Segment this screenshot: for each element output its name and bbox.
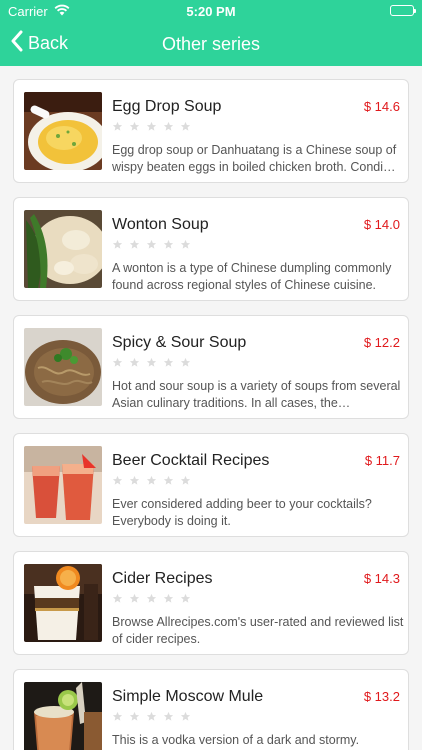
item-description: Hot and sour soup is a variety of soups … bbox=[112, 379, 401, 410]
star-icon bbox=[112, 711, 123, 722]
star-icon bbox=[180, 711, 191, 722]
star-icon bbox=[180, 593, 191, 604]
page-title: Other series bbox=[161, 34, 261, 54]
star-icon bbox=[129, 475, 140, 486]
star-icon bbox=[129, 711, 140, 722]
dish-image bbox=[24, 92, 102, 170]
star-icon bbox=[180, 121, 191, 132]
item-name: Egg Drop Soup bbox=[112, 98, 222, 115]
rating-stars[interactable] bbox=[112, 593, 191, 604]
item-name: Spicy & Sour Soup bbox=[112, 334, 247, 351]
item-price: $ 14.0 bbox=[363, 217, 400, 232]
list-item[interactable]: Cider Recipes $ 14.3 Browse Allrecipes.c… bbox=[13, 551, 409, 655]
star-icon bbox=[163, 357, 174, 368]
star-icon bbox=[146, 239, 157, 250]
star-icon bbox=[146, 593, 157, 604]
star-icon bbox=[112, 357, 123, 368]
series-list[interactable]: Egg Drop Soup $ 14.6 Egg drop soup or Da… bbox=[0, 66, 422, 750]
star-icon bbox=[146, 475, 157, 486]
item-price: $ 14.3 bbox=[363, 571, 400, 586]
star-icon bbox=[146, 357, 157, 368]
list-item[interactable]: Wonton Soup $ 14.0 A wonton is a type of… bbox=[13, 197, 409, 301]
rating-stars[interactable] bbox=[112, 711, 191, 722]
star-icon bbox=[163, 711, 174, 722]
star-icon bbox=[163, 239, 174, 250]
item-name: Simple Moscow Mule bbox=[112, 688, 264, 705]
dish-image bbox=[24, 210, 102, 288]
item-description: Browse Allrecipes.com's user-rated and r… bbox=[112, 615, 404, 646]
dish-image bbox=[24, 328, 102, 406]
item-price: $ 12.2 bbox=[363, 335, 400, 350]
item-description: This is a vodka version of a dark and st… bbox=[112, 733, 360, 747]
star-icon bbox=[163, 475, 174, 486]
list-item[interactable]: Spicy & Sour Soup $ 12.2 Hot and sour so… bbox=[13, 315, 409, 419]
item-name: Wonton Soup bbox=[112, 216, 209, 233]
star-icon bbox=[180, 357, 191, 368]
list-item[interactable]: Beer Cocktail Recipes $ 11.7 Ever consid… bbox=[13, 433, 409, 537]
battery-icon bbox=[390, 5, 416, 16]
star-icon bbox=[129, 357, 140, 368]
status-time: 5:20 PM bbox=[186, 4, 236, 19]
item-price: $ 13.2 bbox=[363, 689, 400, 704]
dish-image bbox=[24, 682, 102, 750]
star-icon bbox=[112, 239, 123, 250]
list-item[interactable]: Egg Drop Soup $ 14.6 Egg drop soup or Da… bbox=[13, 79, 409, 183]
rating-stars[interactable] bbox=[112, 121, 191, 132]
star-icon bbox=[112, 475, 123, 486]
star-icon bbox=[112, 593, 123, 604]
rating-stars[interactable] bbox=[112, 357, 191, 368]
item-description: Ever considered adding beer to your cock… bbox=[112, 497, 372, 528]
star-icon bbox=[180, 239, 191, 250]
item-description: Egg drop soup or Danhuatang is a Chinese… bbox=[112, 143, 397, 174]
item-price: $ 14.6 bbox=[363, 99, 400, 114]
star-icon bbox=[146, 121, 157, 132]
status-bar: Carrier 5:20 PM bbox=[0, 0, 422, 22]
item-name: Cider Recipes bbox=[112, 570, 213, 587]
item-description: A wonton is a type of Chinese dumpling c… bbox=[112, 261, 392, 292]
rating-stars[interactable] bbox=[112, 239, 191, 250]
star-icon bbox=[163, 121, 174, 132]
dish-image bbox=[24, 564, 102, 642]
header-bar: Carrier 5:20 PM Back Other series bbox=[0, 0, 422, 66]
star-icon bbox=[129, 593, 140, 604]
rating-stars[interactable] bbox=[112, 475, 191, 486]
star-icon bbox=[112, 121, 123, 132]
item-name: Beer Cocktail Recipes bbox=[112, 452, 270, 469]
navigation-bar: Back Other series bbox=[0, 22, 422, 66]
star-icon bbox=[129, 239, 140, 250]
star-icon bbox=[180, 475, 191, 486]
list-item[interactable]: Simple Moscow Mule $ 13.2 This is a vodk… bbox=[13, 669, 409, 750]
star-icon bbox=[146, 711, 157, 722]
star-icon bbox=[129, 121, 140, 132]
star-icon bbox=[163, 593, 174, 604]
dish-image bbox=[24, 446, 102, 524]
item-price: $ 11.7 bbox=[364, 453, 400, 468]
